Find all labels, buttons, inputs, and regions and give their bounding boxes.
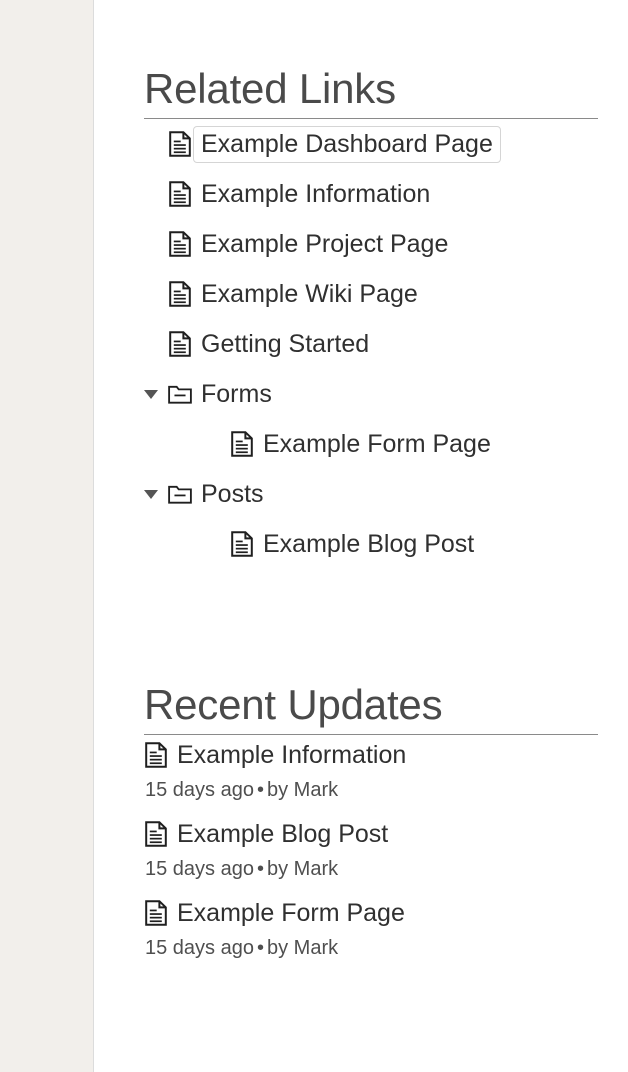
tree-item-label[interactable]: Example Blog Post (263, 530, 474, 559)
related-links-heading: Related Links (144, 65, 396, 112)
update-list-item: Example Form Page 15 days ago • by Mark (144, 893, 598, 960)
tree-page-row[interactable]: Example Dashboard Page (144, 119, 598, 169)
tree-folder-row[interactable]: Forms (144, 369, 598, 419)
tree-page-row[interactable]: Example Blog Post (144, 519, 598, 569)
folder-icon (168, 481, 192, 507)
triangle-glyph (144, 389, 158, 399)
recent-updates-section: Recent Updates Example Information 15 day… (144, 684, 598, 972)
chevron-down-icon[interactable] (144, 389, 166, 399)
left-rail (0, 0, 94, 1072)
update-timestamp: 15 days ago (145, 858, 254, 880)
update-author: by Mark (267, 779, 339, 801)
update-title[interactable]: Example Form Page (177, 899, 405, 928)
update-title-row[interactable]: Example Information (144, 735, 598, 775)
tree-page-row[interactable]: Example Form Page (144, 419, 598, 469)
update-timestamp: 15 days ago (145, 937, 254, 959)
update-meta: 15 days ago • by Mark (144, 778, 598, 802)
update-author: by Mark (267, 858, 339, 880)
tree-page-row[interactable]: Example Wiki Page (144, 269, 598, 319)
related-links-section: Related Links Example Dashboard Page Exam… (144, 68, 598, 569)
tree-item-label[interactable]: Forms (201, 380, 272, 409)
document-icon (168, 131, 192, 157)
tree-folder-row[interactable]: Posts (144, 469, 598, 519)
tree-item-label[interactable]: Example Project Page (201, 230, 448, 259)
document-icon (168, 281, 192, 307)
tree-item-label[interactable]: Example Wiki Page (201, 280, 418, 309)
update-timestamp: 15 days ago (145, 779, 254, 801)
update-list-item: Example Blog Post 15 days ago • by Mark (144, 814, 598, 881)
update-title-row[interactable]: Example Blog Post (144, 814, 598, 854)
document-icon (144, 821, 168, 847)
recent-updates-list: Example Information 15 days ago • by Mark Ex… (144, 735, 598, 960)
document-icon (168, 231, 192, 257)
meta-separator-dot: • (256, 779, 264, 801)
update-meta: 15 days ago • by Mark (144, 936, 598, 960)
update-meta: 15 days ago • by Mark (144, 857, 598, 881)
tree-item-label[interactable]: Example Form Page (263, 430, 491, 459)
update-title[interactable]: Example Information (177, 741, 406, 770)
update-title[interactable]: Example Blog Post (177, 820, 388, 849)
document-icon (230, 431, 254, 457)
meta-separator-dot: • (256, 937, 264, 959)
tree-page-row[interactable]: Example Project Page (144, 219, 598, 269)
document-icon (230, 531, 254, 557)
meta-separator-dot: • (256, 858, 264, 880)
document-icon (144, 742, 168, 768)
content-column: Related Links Example Dashboard Page Exam… (94, 0, 628, 1072)
chevron-down-icon[interactable] (144, 489, 166, 499)
tree-item-label[interactable]: Getting Started (201, 330, 369, 359)
related-links-list: Example Dashboard Page Example Informatio… (144, 119, 598, 569)
folder-icon (168, 381, 192, 407)
page-root: Related Links Example Dashboard Page Exam… (0, 0, 628, 1072)
tree-item-label[interactable]: Example Information (201, 180, 430, 209)
triangle-glyph (144, 489, 158, 499)
tree-page-row[interactable]: Example Information (144, 169, 598, 219)
tree-item-label[interactable]: Posts (201, 480, 264, 509)
tree-page-row[interactable]: Getting Started (144, 319, 598, 369)
update-author: by Mark (267, 937, 339, 959)
document-icon (168, 181, 192, 207)
update-title-row[interactable]: Example Form Page (144, 893, 598, 933)
tree-item-label[interactable]: Example Dashboard Page (193, 125, 501, 164)
update-list-item: Example Information 15 days ago • by Mark (144, 735, 598, 802)
document-icon (168, 331, 192, 357)
recent-updates-heading: Recent Updates (144, 681, 443, 728)
document-icon (144, 900, 168, 926)
